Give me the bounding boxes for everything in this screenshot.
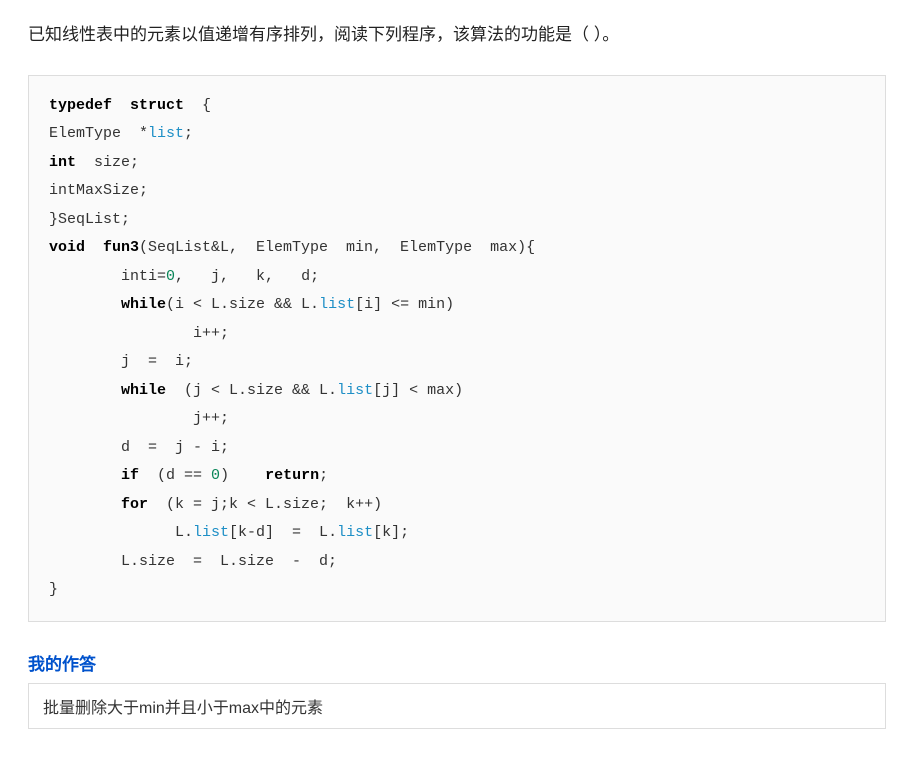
code-text: [k]; bbox=[373, 524, 409, 541]
code-keyword: void fun3 bbox=[49, 239, 139, 256]
code-text: [j] < max) bbox=[373, 382, 463, 399]
code-keyword: typedef struct bbox=[49, 97, 184, 114]
code-text: ) bbox=[220, 467, 265, 484]
code-text bbox=[49, 296, 121, 313]
code-identifier: list bbox=[148, 125, 184, 142]
code-text: (j < L.size && L. bbox=[166, 382, 337, 399]
code-identifier: list bbox=[337, 382, 373, 399]
code-keyword: int bbox=[49, 154, 76, 171]
code-text: i++; bbox=[49, 325, 229, 342]
code-text: [k-d] = L. bbox=[229, 524, 337, 541]
code-identifier: list bbox=[319, 296, 355, 313]
answer-box: 批量删除大于min并且小于max中的元素 bbox=[28, 683, 886, 729]
code-keyword: if bbox=[121, 467, 139, 484]
code-text: }SeqList; bbox=[49, 211, 130, 228]
code-text: , j, k, d; bbox=[175, 268, 319, 285]
code-text: (SeqList&L, ElemType min, ElemType max){ bbox=[139, 239, 535, 256]
code-text bbox=[49, 382, 121, 399]
code-text bbox=[49, 467, 121, 484]
code-text: L.size = L.size - d; bbox=[49, 553, 337, 570]
code-identifier: list bbox=[337, 524, 373, 541]
code-text: d = j - i; bbox=[49, 439, 229, 456]
code-text: [i] <= min) bbox=[355, 296, 454, 313]
code-text: ; bbox=[319, 467, 328, 484]
code-text: L. bbox=[49, 524, 193, 541]
code-keyword: for bbox=[121, 496, 148, 513]
code-identifier: list bbox=[193, 524, 229, 541]
answer-text: 批量删除大于min并且小于max中的元素 bbox=[43, 700, 323, 717]
code-keyword: while bbox=[121, 296, 166, 313]
code-text: ElemType * bbox=[49, 125, 148, 142]
my-answer-heading: 我的作答 bbox=[28, 650, 886, 675]
code-text: size; bbox=[76, 154, 139, 171]
code-text: { bbox=[184, 97, 211, 114]
question-text: 已知线性表中的元素以值递增有序排列，阅读下列程序，该算法的功能是（ ）。 bbox=[28, 20, 886, 51]
code-text: (i < L.size && L. bbox=[166, 296, 319, 313]
code-text: } bbox=[49, 581, 58, 598]
code-text: j++; bbox=[49, 410, 229, 427]
code-text: j = i; bbox=[49, 353, 193, 370]
code-number: 0 bbox=[211, 467, 220, 484]
code-text bbox=[49, 496, 121, 513]
code-block: typedef struct { ElemType *list; int siz… bbox=[28, 75, 886, 622]
code-text: ; bbox=[184, 125, 193, 142]
code-text: intMaxSize; bbox=[49, 182, 148, 199]
code-keyword: return bbox=[265, 467, 319, 484]
code-keyword: while bbox=[121, 382, 166, 399]
code-number: 0 bbox=[166, 268, 175, 285]
code-text: (d == bbox=[139, 467, 211, 484]
code-text: inti= bbox=[49, 268, 166, 285]
code-text: (k = j;k < L.size; k++) bbox=[148, 496, 382, 513]
